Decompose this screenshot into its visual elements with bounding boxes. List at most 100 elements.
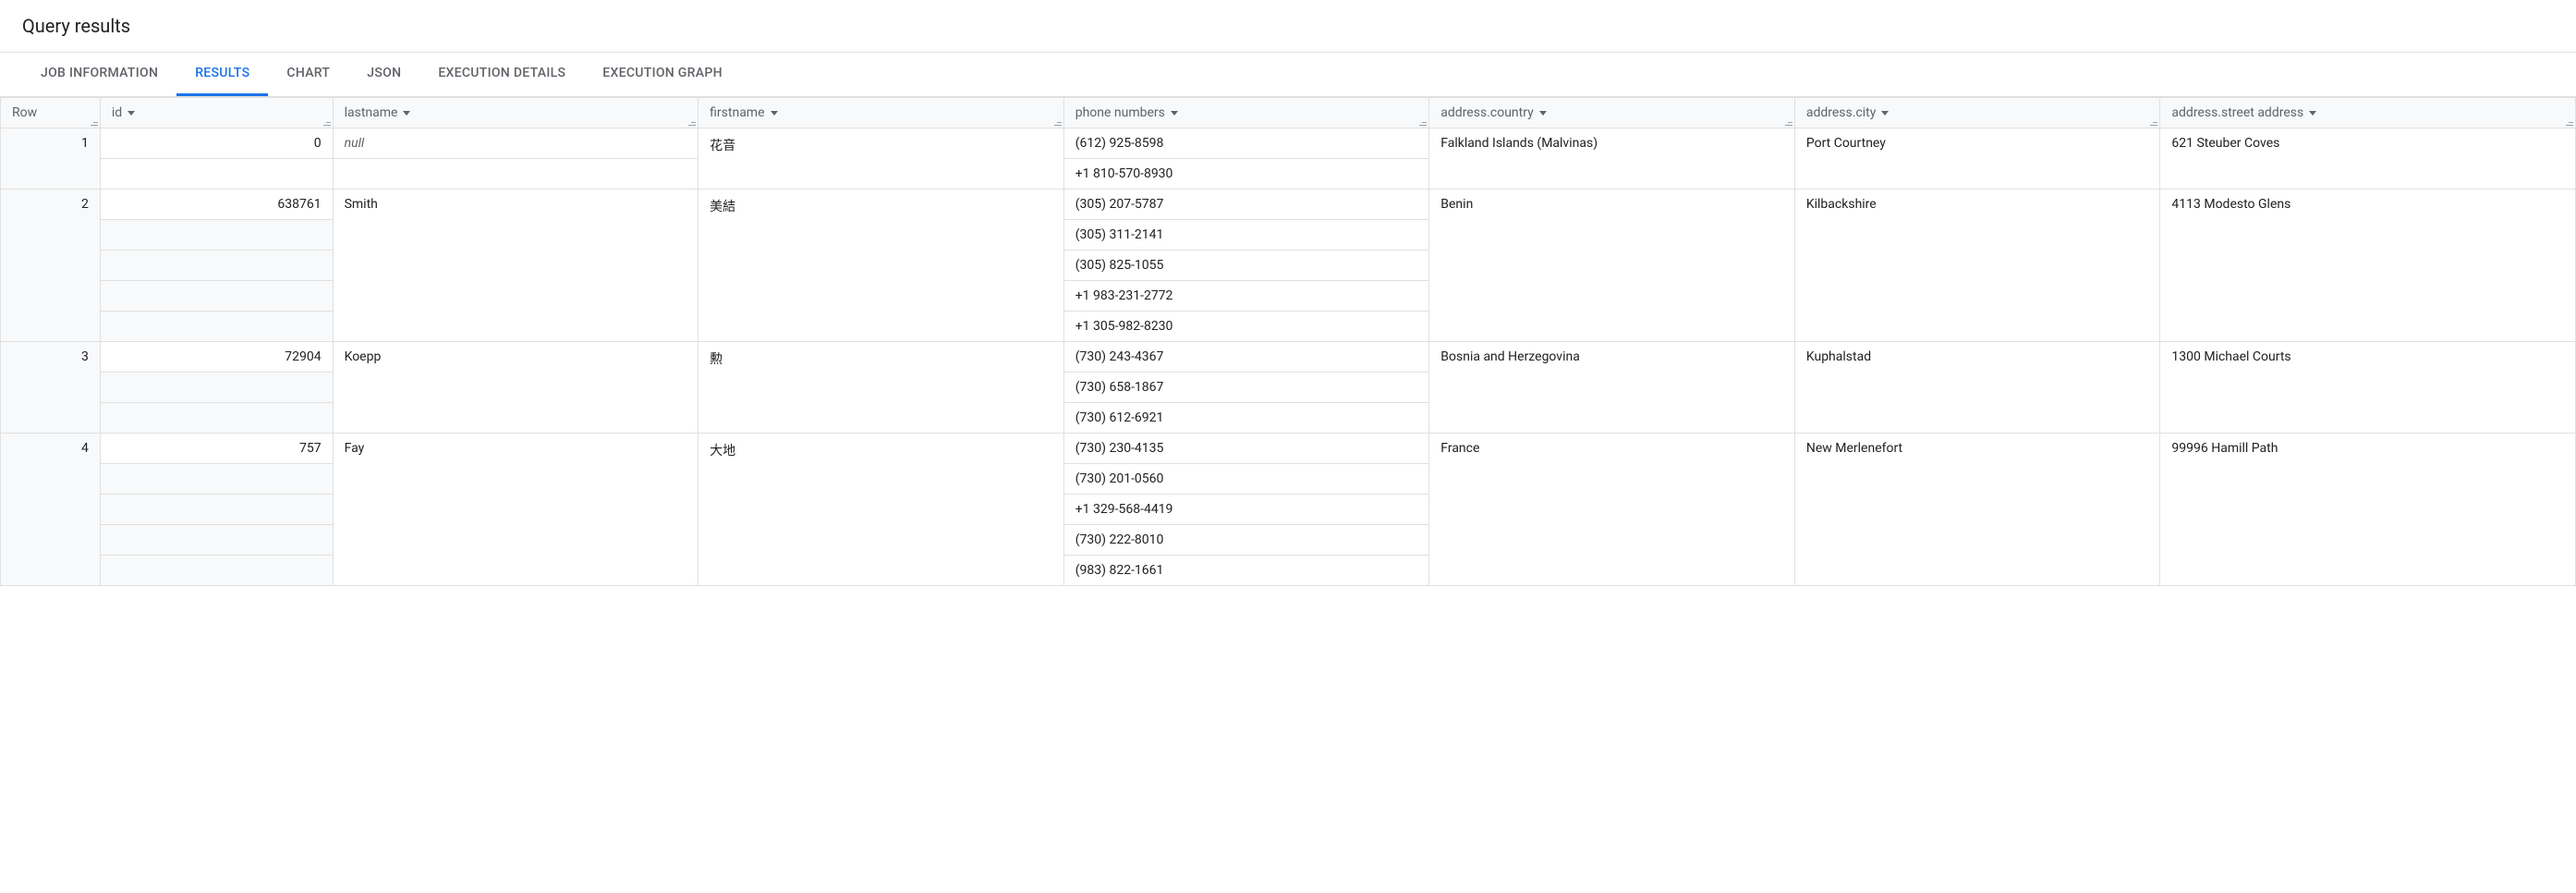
tab-json[interactable]: JSON xyxy=(348,53,419,96)
chevron-down-icon[interactable] xyxy=(128,111,135,116)
cell-id-empty xyxy=(100,251,333,281)
table-row: 2638761Smith美結(305) 207-5787BeninKilback… xyxy=(1,190,2576,220)
tab-execution-graph[interactable]: EXECUTION GRAPH xyxy=(584,53,741,96)
column-prefix: address. xyxy=(1440,105,1490,120)
chevron-down-icon[interactable] xyxy=(1881,111,1889,116)
cell-id-empty xyxy=(100,403,333,434)
chevron-down-icon[interactable] xyxy=(1539,111,1547,116)
column-label: Row xyxy=(12,105,37,120)
cell-id-empty xyxy=(100,312,333,342)
cell-city: New Merlenefort xyxy=(1794,434,2160,586)
resize-handle-icon[interactable] xyxy=(1785,118,1792,126)
page-title: Query results xyxy=(22,15,2554,37)
column-prefix: address. xyxy=(1806,105,1856,120)
cell-id: 72904 xyxy=(100,342,333,373)
cell-country: Bosnia and Herzegovina xyxy=(1429,342,1795,434)
column-label: phone numbers xyxy=(1075,105,1165,120)
column-header-row[interactable]: Row xyxy=(1,98,101,128)
resize-handle-icon[interactable] xyxy=(91,118,98,126)
cell-lastname-empty xyxy=(333,159,699,190)
table-row: 4757Fay大地(730) 230-4135FranceNew Merlene… xyxy=(1,434,2576,464)
column-header-country[interactable]: address.country xyxy=(1429,98,1795,128)
cell-phone: +1 983-231-2772 xyxy=(1063,281,1429,312)
cell-firstname: 大地 xyxy=(699,434,1064,586)
cell-id-empty xyxy=(100,159,333,190)
chevron-down-icon[interactable] xyxy=(2309,111,2316,116)
column-header-street[interactable]: address.street address xyxy=(2160,98,2576,128)
column-header-city[interactable]: address.city xyxy=(1794,98,2160,128)
cell-lastname: null xyxy=(333,128,699,159)
resize-handle-icon[interactable] xyxy=(2150,118,2157,126)
column-prefix: address. xyxy=(2171,105,2221,120)
cell-id-empty xyxy=(100,556,333,586)
cell-city: Port Courtney xyxy=(1794,128,2160,190)
cell-country: France xyxy=(1429,434,1795,586)
cell-street: 1300 Michael Courts xyxy=(2160,342,2576,434)
cell-phone: +1 810-570-8930 xyxy=(1063,159,1429,190)
cell-street: 99996 Hamill Path xyxy=(2160,434,2576,586)
cell-street: 621 Steuber Coves xyxy=(2160,128,2576,190)
chevron-down-icon[interactable] xyxy=(771,111,778,116)
tabs: JOB INFORMATIONRESULTSCHARTJSONEXECUTION… xyxy=(0,53,2576,97)
cell-id: 0 xyxy=(100,128,333,159)
cell-phone: (730) 201-0560 xyxy=(1063,464,1429,495)
cell-city: Kilbackshire xyxy=(1794,190,2160,342)
cell-id: 638761 xyxy=(100,190,333,220)
tab-job-information[interactable]: JOB INFORMATION xyxy=(22,53,176,96)
cell-street: 4113 Modesto Glens xyxy=(2160,190,2576,342)
cell-id-empty xyxy=(100,495,333,525)
column-label: city xyxy=(1855,105,1876,120)
column-label: lastname xyxy=(345,105,398,120)
cell-id-empty xyxy=(100,525,333,556)
cell-id-empty xyxy=(100,373,333,403)
cell-lastname: Koepp xyxy=(333,342,699,434)
column-header-lastname[interactable]: lastname xyxy=(333,98,699,128)
resize-handle-icon[interactable] xyxy=(1054,118,1062,126)
table-header-row: Row id lastname firstname phone numbers xyxy=(1,98,2576,128)
cell-row-num: 3 xyxy=(1,342,101,434)
cell-phone: (983) 822-1661 xyxy=(1063,556,1429,586)
column-header-firstname[interactable]: firstname xyxy=(699,98,1064,128)
chevron-down-icon[interactable] xyxy=(403,111,410,116)
results-table-wrapper: Row id lastname firstname phone numbers xyxy=(0,97,2576,586)
cell-id-empty xyxy=(100,464,333,495)
cell-row-num: 1 xyxy=(1,128,101,190)
table-row: 372904Koepp勲(730) 243-4367Bosnia and Her… xyxy=(1,342,2576,373)
column-label: id xyxy=(112,105,122,120)
cell-phone: (730) 243-4367 xyxy=(1063,342,1429,373)
cell-row-num: 4 xyxy=(1,434,101,586)
results-table: Row id lastname firstname phone numbers xyxy=(0,97,2576,586)
cell-phone: (730) 222-8010 xyxy=(1063,525,1429,556)
cell-phone: (730) 658-1867 xyxy=(1063,373,1429,403)
cell-firstname: 勲 xyxy=(699,342,1064,434)
column-header-phone[interactable]: phone numbers xyxy=(1063,98,1429,128)
cell-id-empty xyxy=(100,220,333,251)
cell-phone: (730) 230-4135 xyxy=(1063,434,1429,464)
cell-phone: +1 329-568-4419 xyxy=(1063,495,1429,525)
cell-phone: (612) 925-8598 xyxy=(1063,128,1429,159)
chevron-down-icon[interactable] xyxy=(1171,111,1178,116)
resize-handle-icon[interactable] xyxy=(323,118,331,126)
resize-handle-icon[interactable] xyxy=(688,118,696,126)
cell-phone: (305) 825-1055 xyxy=(1063,251,1429,281)
tab-chart[interactable]: CHART xyxy=(268,53,348,96)
tab-results[interactable]: RESULTS xyxy=(176,53,268,96)
cell-lastname: Fay xyxy=(333,434,699,586)
cell-firstname: 美結 xyxy=(699,190,1064,342)
cell-lastname: Smith xyxy=(333,190,699,342)
cell-phone: (305) 207-5787 xyxy=(1063,190,1429,220)
tab-execution-details[interactable]: EXECUTION DETAILS xyxy=(419,53,584,96)
column-label: firstname xyxy=(710,105,764,120)
cell-phone: (730) 612-6921 xyxy=(1063,403,1429,434)
column-label: street address xyxy=(2221,105,2303,120)
cell-city: Kuphalstad xyxy=(1794,342,2160,434)
column-header-id[interactable]: id xyxy=(100,98,333,128)
cell-id: 757 xyxy=(100,434,333,464)
cell-phone: +1 305-982-8230 xyxy=(1063,312,1429,342)
column-label: country xyxy=(1490,105,1534,120)
resize-handle-icon[interactable] xyxy=(2566,118,2573,126)
cell-phone: (305) 311-2141 xyxy=(1063,220,1429,251)
cell-country: Benin xyxy=(1429,190,1795,342)
cell-firstname: 花音 xyxy=(699,128,1064,190)
resize-handle-icon[interactable] xyxy=(1419,118,1427,126)
